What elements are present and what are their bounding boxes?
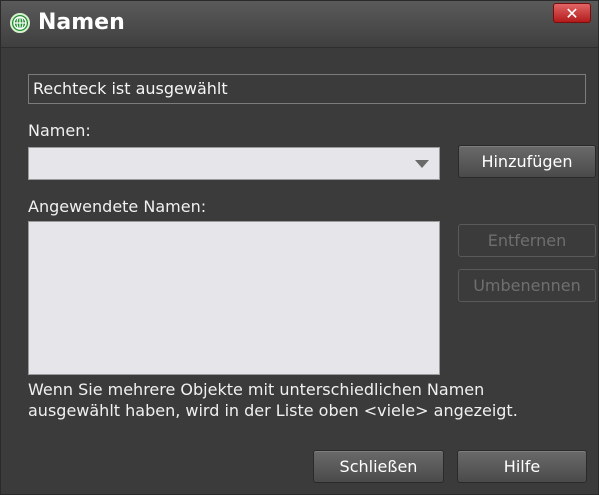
close-icon[interactable]: ✕ (553, 3, 591, 23)
chevron-down-icon[interactable] (415, 160, 429, 168)
names-combobox[interactable] (28, 147, 440, 180)
applied-names-list[interactable] (28, 221, 440, 375)
names-label: Namen: (28, 121, 91, 140)
rename-button[interactable]: Umbenennen (458, 269, 596, 302)
close-button[interactable]: Schließen (313, 450, 444, 483)
selection-status: Rechteck ist ausgewählt (28, 74, 586, 104)
dialog-title: Namen (38, 10, 125, 35)
applied-names-label: Angewendete Namen: (28, 197, 207, 216)
names-dialog: Namen ✕ Rechteck ist ausgewählt Namen: H… (0, 0, 599, 495)
remove-button[interactable]: Entfernen (458, 224, 596, 257)
info-line-2: ausgewählt haben, wird in der Liste oben… (28, 401, 518, 420)
globe-icon (10, 13, 30, 33)
info-text: Wenn Sie mehrere Objekte mit unterschied… (28, 379, 593, 421)
title-bar[interactable]: Namen ✕ (1, 1, 598, 48)
help-button[interactable]: Hilfe (457, 450, 587, 483)
add-button[interactable]: Hinzufügen (458, 145, 596, 178)
info-line-1: Wenn Sie mehrere Objekte mit unterschied… (28, 380, 485, 399)
